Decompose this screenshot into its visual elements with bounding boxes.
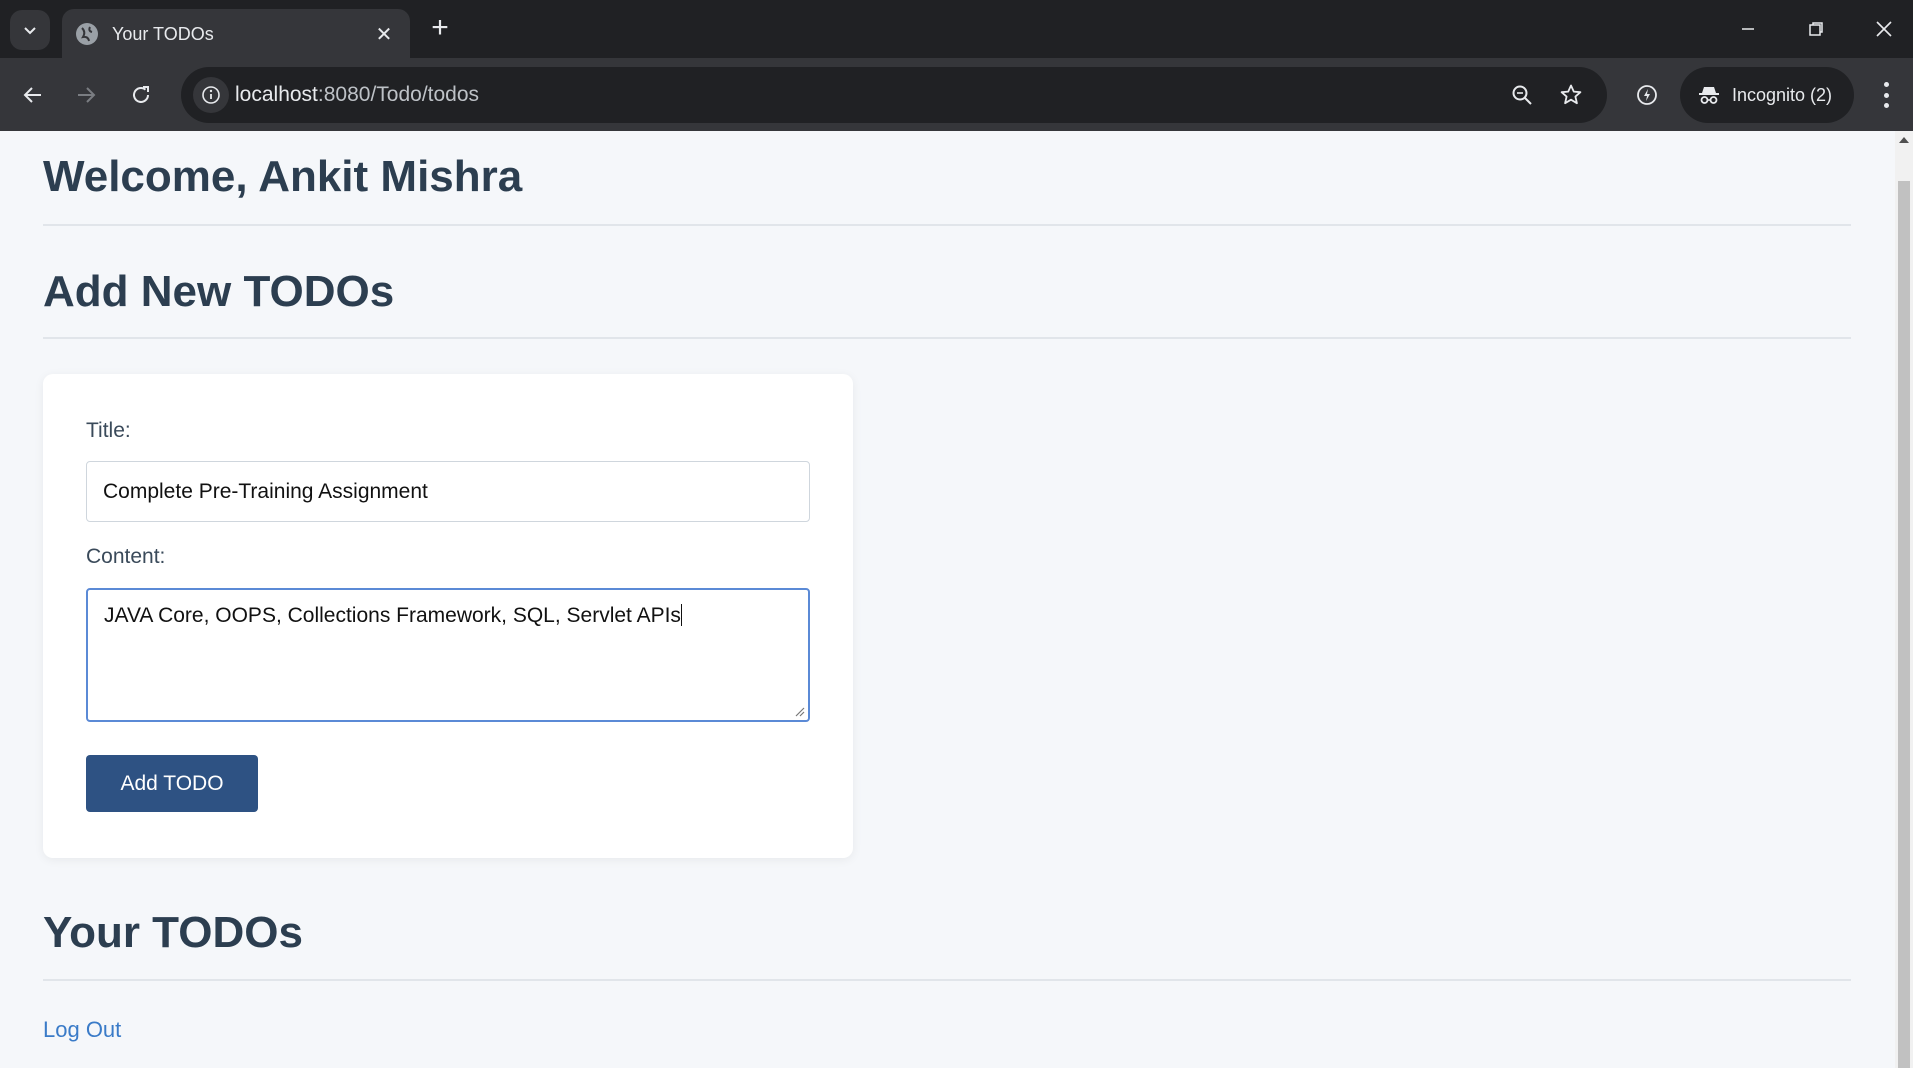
- reload-icon: [133, 86, 149, 103]
- site-info-button[interactable]: [193, 77, 229, 113]
- restore-icon: [1809, 22, 1823, 36]
- logout-link[interactable]: Log Out: [43, 1017, 121, 1043]
- page-content: Welcome, Ankit Mishra Add New TODOs Titl…: [0, 131, 1895, 1068]
- address-bar[interactable]: localhost:8080/Todo/todos: [181, 67, 1607, 123]
- divider: [43, 337, 1851, 339]
- incognito-icon: [1699, 87, 1719, 104]
- tab-search-button[interactable]: [10, 10, 50, 50]
- active-tab[interactable]: Your TODOs ✕: [62, 9, 410, 59]
- add-todos-heading: Add New TODOs: [43, 267, 395, 316]
- bookmark-button[interactable]: [1557, 81, 1585, 109]
- tab-close-icon[interactable]: ✕: [372, 22, 396, 47]
- url-text[interactable]: localhost:8080/Todo/todos: [235, 83, 479, 107]
- arrow-left-icon: [23, 87, 41, 103]
- incognito-profile-button[interactable]: Incognito (2): [1680, 67, 1854, 123]
- tab-bar: Your TODOs ✕ +: [0, 0, 1913, 59]
- welcome-heading: Welcome, Ankit Mishra: [43, 152, 523, 201]
- your-todos-heading: Your TODOs: [43, 908, 303, 957]
- zoom-button[interactable]: [1508, 81, 1536, 109]
- more-vert-icon[interactable]: [1872, 80, 1900, 110]
- restore-button[interactable]: [1788, 8, 1844, 50]
- content-text: JAVA Core, OOPS, Collections Framework, …: [104, 604, 681, 627]
- close-window-button[interactable]: [1856, 8, 1912, 50]
- minimize-icon: [1742, 28, 1754, 30]
- content-label: Content:: [86, 545, 166, 568]
- page-scrollbar[interactable]: [1895, 131, 1913, 1068]
- reload-button[interactable]: [122, 76, 160, 114]
- minimize-button[interactable]: [1720, 8, 1776, 50]
- title-label: Title:: [86, 419, 131, 442]
- add-todo-button[interactable]: Add TODO: [86, 755, 258, 812]
- arrow-right-icon: [78, 87, 96, 103]
- scroll-thumb[interactable]: [1898, 181, 1910, 1068]
- url-path: :8080/Todo/todos: [317, 83, 480, 106]
- performance-button[interactable]: [1628, 76, 1666, 114]
- url-host: localhost: [235, 83, 318, 106]
- resize-handle-icon[interactable]: [793, 705, 805, 717]
- divider: [43, 979, 1851, 981]
- divider: [43, 224, 1851, 226]
- star-icon: [1560, 84, 1582, 105]
- title-input[interactable]: Complete Pre-Training Assignment: [86, 461, 810, 522]
- tab-title: Your TODOs: [112, 23, 214, 44]
- scroll-up-icon[interactable]: [1899, 137, 1909, 143]
- zoom-icon: [1512, 85, 1532, 105]
- new-tab-button[interactable]: +: [424, 12, 456, 44]
- info-icon: [202, 86, 220, 104]
- forward-button[interactable]: [67, 76, 105, 114]
- globe-icon: [76, 23, 98, 45]
- chevron-down-icon: [24, 27, 36, 35]
- add-todo-form: Title: Complete Pre-Training Assignment …: [43, 374, 853, 858]
- performance-icon: [1637, 85, 1657, 105]
- browser-toolbar: localhost:8080/Todo/todos Incognito (2): [0, 58, 1913, 131]
- text-cursor: [680, 604, 682, 626]
- content-textarea[interactable]: JAVA Core, OOPS, Collections Framework, …: [86, 588, 810, 722]
- incognito-label: Incognito (2): [1732, 84, 1833, 105]
- back-button[interactable]: [14, 76, 52, 114]
- close-icon: [1876, 21, 1892, 37]
